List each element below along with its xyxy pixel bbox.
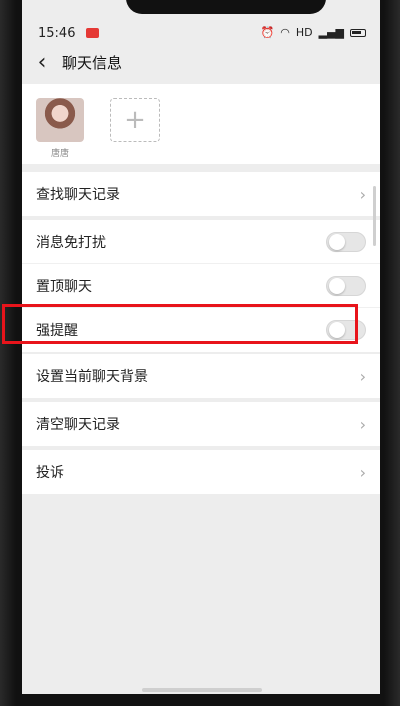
pin-row: 置顶聊天 — [22, 264, 380, 308]
background-label: 设置当前聊天背景 — [36, 369, 148, 385]
notification-icon — [86, 28, 99, 38]
chevron-right-icon: › — [359, 462, 366, 482]
section-toggles: 消息免打扰 置顶聊天 强提醒 — [22, 220, 380, 352]
mute-toggle[interactable] — [326, 231, 366, 252]
chevron-right-icon: › — [359, 366, 366, 386]
camera-notch — [126, 0, 326, 14]
page-title: 聊天信息 — [62, 53, 123, 72]
alarm-icon: ⏰ — [260, 26, 275, 39]
chevron-right-icon: › — [359, 414, 366, 434]
clear-history-row[interactable]: 清空聊天记录 › — [22, 402, 380, 446]
toggle-knob — [329, 277, 345, 294]
avatar[interactable] — [36, 98, 84, 142]
scrollbar[interactable] — [373, 186, 376, 246]
complain-row[interactable]: 投诉 › — [22, 450, 380, 494]
wifi-icon: ◠ — [280, 26, 290, 39]
strong-reminder-label: 强提醒 — [36, 323, 78, 339]
toggle-knob — [329, 322, 345, 338]
back-icon[interactable]: ‹ — [22, 42, 62, 82]
mute-label: 消息免打扰 — [36, 234, 106, 251]
section-clear: 清空聊天记录 › — [22, 402, 380, 446]
network-label: HD — [295, 26, 313, 39]
home-indicator[interactable] — [142, 688, 262, 692]
clear-history-label: 清空聊天记录 — [36, 417, 120, 433]
member-grid: 唐唐 + — [22, 84, 380, 164]
mute-row: 消息免打扰 — [22, 220, 380, 264]
find-history-label: 查找聊天记录 — [36, 187, 120, 203]
complain-label: 投诉 — [36, 465, 64, 481]
member-name: 唐唐 — [50, 149, 69, 159]
plus-icon: + — [124, 105, 146, 135]
toggle-knob — [329, 233, 345, 250]
member-item[interactable]: 唐唐 — [36, 98, 84, 159]
section-complain: 投诉 › — [22, 450, 380, 494]
status-icons: ⏰ ◠ HD ▂▄▆ — [261, 26, 366, 39]
pin-label: 置顶聊天 — [36, 278, 92, 295]
section-background: 设置当前聊天背景 › — [22, 354, 380, 398]
add-member-button[interactable]: + — [110, 98, 160, 142]
chevron-right-icon: › — [359, 184, 366, 204]
strong-reminder-row: 强提醒 — [22, 308, 380, 352]
signal-icon: ▂▄▆ — [318, 26, 344, 39]
find-history-row[interactable]: 查找聊天记录 › — [22, 172, 380, 216]
background-row[interactable]: 设置当前聊天背景 › — [22, 354, 380, 398]
strong-reminder-toggle[interactable] — [326, 320, 366, 340]
battery-icon — [350, 28, 366, 37]
section-find: 查找聊天记录 › — [22, 172, 380, 216]
pin-toggle[interactable] — [326, 275, 366, 296]
screen: 15:46 ⏰ ◠ HD ▂▄▆ ‹ 聊天信息 唐唐 + 查找聊天记录 › 消息… — [22, 0, 380, 694]
top-bar: ‹ 聊天信息 — [22, 40, 380, 84]
status-time: 15:46 — [38, 26, 76, 41]
